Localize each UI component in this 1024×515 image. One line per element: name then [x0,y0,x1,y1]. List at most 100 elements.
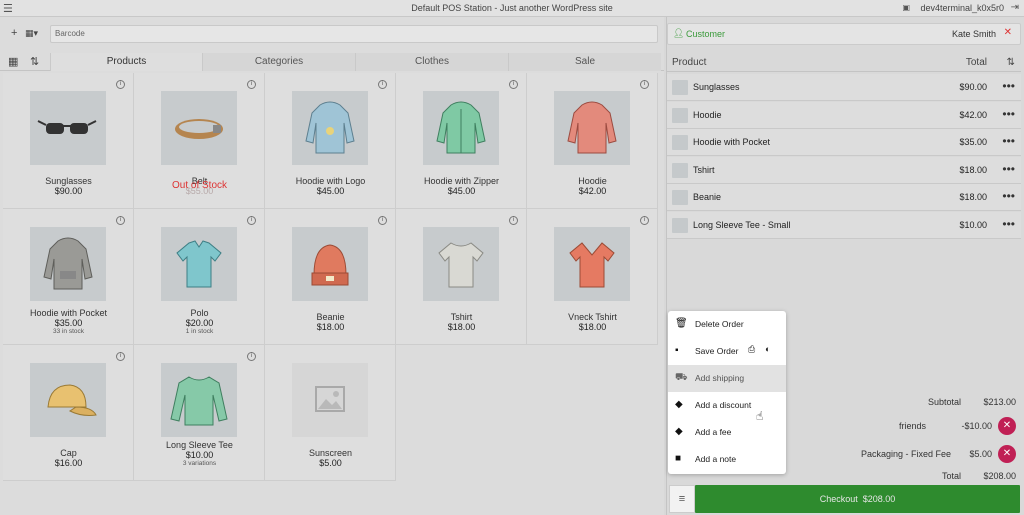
sunglasses-icon [30,91,106,165]
checkout-amount: $208.00 [862,494,896,504]
print-icon[interactable]: ⎙ [748,344,755,355]
product-card[interactable]: i Belt $55.00 Out of Stock [134,73,265,209]
beanie-icon [672,190,688,205]
subtotal-label: Subtotal [927,397,961,407]
product-price: $16.00 [54,458,83,468]
diamond-icon: ◆ [675,426,683,437]
cart-line[interactable]: Hoodie with Pocket $35.00 ••• [667,129,1021,156]
product-name: Polo [190,308,209,318]
sort-icon[interactable]: ⇅ [30,55,39,68]
discount-value: -$10.00 [961,421,992,431]
cart-line[interactable]: Long Sleeve Tee - Small $10.00 ••• [667,212,1021,239]
menu-item-add-shipping[interactable]: ⛟ Add shipping [668,365,786,392]
customer-row[interactable]: 👤︎ Customer Kate Smith ✕ [667,23,1021,45]
category-tabs: ▦ ⇅ Products Categories Clothes Sale [0,53,664,71]
tshirt-icon [672,163,688,178]
logout-icon[interactable]: ⇥ [1011,2,1019,13]
long-sleeve-icon [161,363,237,437]
product-price: $35.00 [54,318,83,328]
grid-layout-icon[interactable]: ▦ [8,55,18,68]
info-icon[interactable]: i [640,216,649,225]
note-icon: ■ [675,453,682,464]
product-card[interactable]: i Vneck Tshirt $18.00 [527,209,658,345]
product-name: Sunscreen [308,448,353,458]
product-price: $18.00 [447,322,476,332]
polo-icon [161,227,237,301]
info-icon[interactable]: i [640,80,649,89]
tab-products[interactable]: Products [50,53,202,71]
product-card[interactable]: i Polo $20.00 1 in stock [134,209,265,345]
cart-line[interactable]: Sunglasses $90.00 ••• [667,74,1021,101]
checkout-button[interactable]: Checkout $208.00 [695,485,1020,513]
product-card[interactable]: i Hoodie with Pocket $35.00 33 in stock [3,209,134,345]
info-icon[interactable]: i [509,216,518,225]
window-title: Default POS Station - Just another WordP… [411,3,613,13]
product-name: Hoodie with Logo [295,176,366,186]
menu-item-add-discount[interactable]: ◆ Add a discount [668,392,786,419]
info-icon[interactable]: i [509,80,518,89]
product-card[interactable]: i Beanie $18.00 [265,209,396,345]
product-card[interactable]: i Hoodie with Zipper $45.00 [396,73,527,209]
info-icon[interactable]: i [378,216,387,225]
beanie-icon [292,227,368,301]
menu-item-add-note[interactable]: ■ Add a note [668,446,786,473]
product-card[interactable]: i Sunglasses $90.00 [3,73,134,209]
discount-label: friends [898,421,926,431]
barcode-input[interactable]: Barcode [50,25,658,43]
cart-line[interactable]: Hoodie $42.00 ••• [667,102,1021,129]
info-icon[interactable]: i [247,80,256,89]
add-product-icon[interactable]: + [11,27,17,39]
info-icon[interactable]: i [116,216,125,225]
order-actions-menu-button[interactable]: ≡ [669,485,695,513]
product-name: Long Sleeve Tee [166,440,233,450]
product-price: $18.00 [578,322,607,332]
cart-line[interactable]: Beanie $18.00 ••• [667,184,1021,211]
user-icon: 👤︎ [673,28,685,38]
grid-view-icon[interactable]: ▦▾ [25,28,38,39]
info-icon[interactable]: i [378,80,387,89]
more-options-icon[interactable]: ••• [1002,79,1015,93]
remove-fee-button[interactable]: ✕ [998,445,1016,463]
stock-label: 1 in stock [185,328,214,335]
info-icon[interactable]: i [247,352,256,361]
product-card[interactable]: i Hoodie $42.00 [527,73,658,209]
product-card[interactable]: i Tshirt $18.00 [396,209,527,345]
more-options-icon[interactable]: ••• [1002,189,1015,203]
header-total: Total [965,57,987,68]
stock-label: 33 in stock [52,328,85,335]
tshirt-icon [554,227,630,301]
tshirt-icon [423,227,499,301]
menu-item-label: Delete Order [695,319,744,329]
cart-line[interactable]: Tshirt $18.00 ••• [667,157,1021,184]
toggle-icon[interactable]: ◐ [765,344,770,354]
remove-customer-icon[interactable]: ✕ [1004,27,1012,38]
menu-item-save-order[interactable]: ▪ Save Order ⎙ ◐ [668,338,786,365]
more-options-icon[interactable]: ••• [1002,162,1015,176]
product-card[interactable]: Sunscreen $5.00 [265,345,396,481]
out-of-stock-label: Out of Stock [171,180,228,191]
product-name: Vneck Tshirt [568,312,617,322]
product-name: Beanie [316,312,345,322]
menu-item-add-fee[interactable]: ◆ Add a fee [668,419,786,446]
tab-sale[interactable]: Sale [508,53,661,71]
tab-clothes[interactable]: Clothes [355,53,508,71]
more-options-icon[interactable]: ••• [1002,107,1015,121]
info-icon[interactable]: i [116,80,125,89]
product-card[interactable]: i Hoodie with Logo $45.00 [265,73,396,209]
more-options-icon[interactable]: ••• [1002,217,1015,231]
info-icon[interactable]: i [247,216,256,225]
tab-categories[interactable]: Categories [202,53,355,71]
station-name: dev4terminal_k0x5r0 [920,3,1004,13]
sort-icon[interactable]: ⇅ [1007,57,1015,68]
remove-discount-button[interactable]: ✕ [998,417,1016,435]
product-price: $45.00 [447,186,476,196]
product-card[interactable]: i Long Sleeve Tee $10.00 3 variations [134,345,265,481]
menu-item-delete-order[interactable]: 🗑︎ Delete Order [668,311,786,338]
more-options-icon[interactable]: ••• [1002,134,1015,148]
line-total: $18.00 [959,192,987,202]
product-card[interactable]: i Cap $16.00 [3,345,134,481]
header-product: Product [672,57,707,68]
menu-item-label: Add a fee [695,427,732,437]
fee-value: $5.00 [969,449,992,459]
info-icon[interactable]: i [116,352,125,361]
